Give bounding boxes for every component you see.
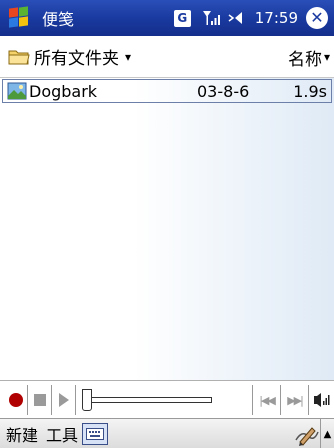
folder-selector[interactable]: 所有文件夹 — [34, 44, 119, 69]
clock[interactable]: 17:59 — [255, 9, 298, 27]
folder-icon — [8, 50, 30, 64]
file-name: Dogbark — [29, 81, 98, 101]
image-file-icon — [7, 82, 27, 100]
g-network-icon[interactable]: G — [173, 9, 191, 27]
stop-button[interactable] — [28, 384, 52, 415]
input-selector: ▲ — [292, 419, 334, 448]
input-menu-arrow[interactable]: ▲ — [320, 419, 334, 448]
position-slider[interactable] — [82, 385, 212, 415]
chevron-down-icon[interactable]: ▾ — [324, 50, 330, 64]
skip-controls: |◀◀ ▶▶| — [252, 381, 334, 419]
signal-strength-icon[interactable] — [201, 8, 223, 28]
new-menu[interactable]: 新建 — [6, 422, 38, 446]
previous-icon: |◀◀ — [259, 393, 276, 407]
volume-icon[interactable] — [227, 8, 249, 28]
record-icon — [8, 392, 23, 407]
app-title: 便笺 — [42, 10, 75, 29]
play-icon — [58, 392, 69, 407]
slider-thumb[interactable] — [82, 388, 92, 411]
previous-button[interactable]: |◀◀ — [252, 385, 280, 415]
menu-bar: 新建 工具 ▲ — [0, 418, 334, 448]
tools-menu[interactable]: 工具 — [46, 422, 78, 446]
file-duration: 1.9s — [293, 81, 327, 101]
sort-selector[interactable]: 名称 ▾ — [288, 36, 330, 78]
title-bar: 便笺 G 17:59 ✕ — [0, 0, 334, 36]
start-button[interactable] — [0, 0, 40, 36]
record-button[interactable] — [4, 384, 28, 415]
keyboard-icon[interactable] — [82, 422, 109, 445]
play-button[interactable] — [52, 384, 76, 415]
status-area: G 17:59 ✕ — [173, 0, 334, 36]
volume-button[interactable] — [308, 385, 334, 415]
next-icon: ▶▶| — [287, 393, 304, 407]
volume-bars-icon — [313, 393, 329, 407]
next-button[interactable]: ▶▶| — [280, 385, 308, 415]
file-date: 03-8-6 — [197, 81, 250, 101]
file-list: Dogbark 03-8-6 1.9s — [0, 78, 334, 380]
slider-track — [88, 396, 212, 403]
pen-input-icon[interactable] — [292, 422, 320, 446]
chevron-down-icon[interactable]: ▾ — [125, 50, 131, 64]
player-bar: |◀◀ ▶▶| — [0, 380, 334, 418]
sort-label[interactable]: 名称 — [288, 45, 322, 70]
folder-bar: 所有文件夹 ▾ 名称 ▾ — [0, 36, 334, 78]
close-icon[interactable]: ✕ — [306, 7, 328, 29]
stop-icon — [33, 393, 46, 406]
list-item[interactable]: Dogbark 03-8-6 1.9s — [2, 79, 332, 103]
